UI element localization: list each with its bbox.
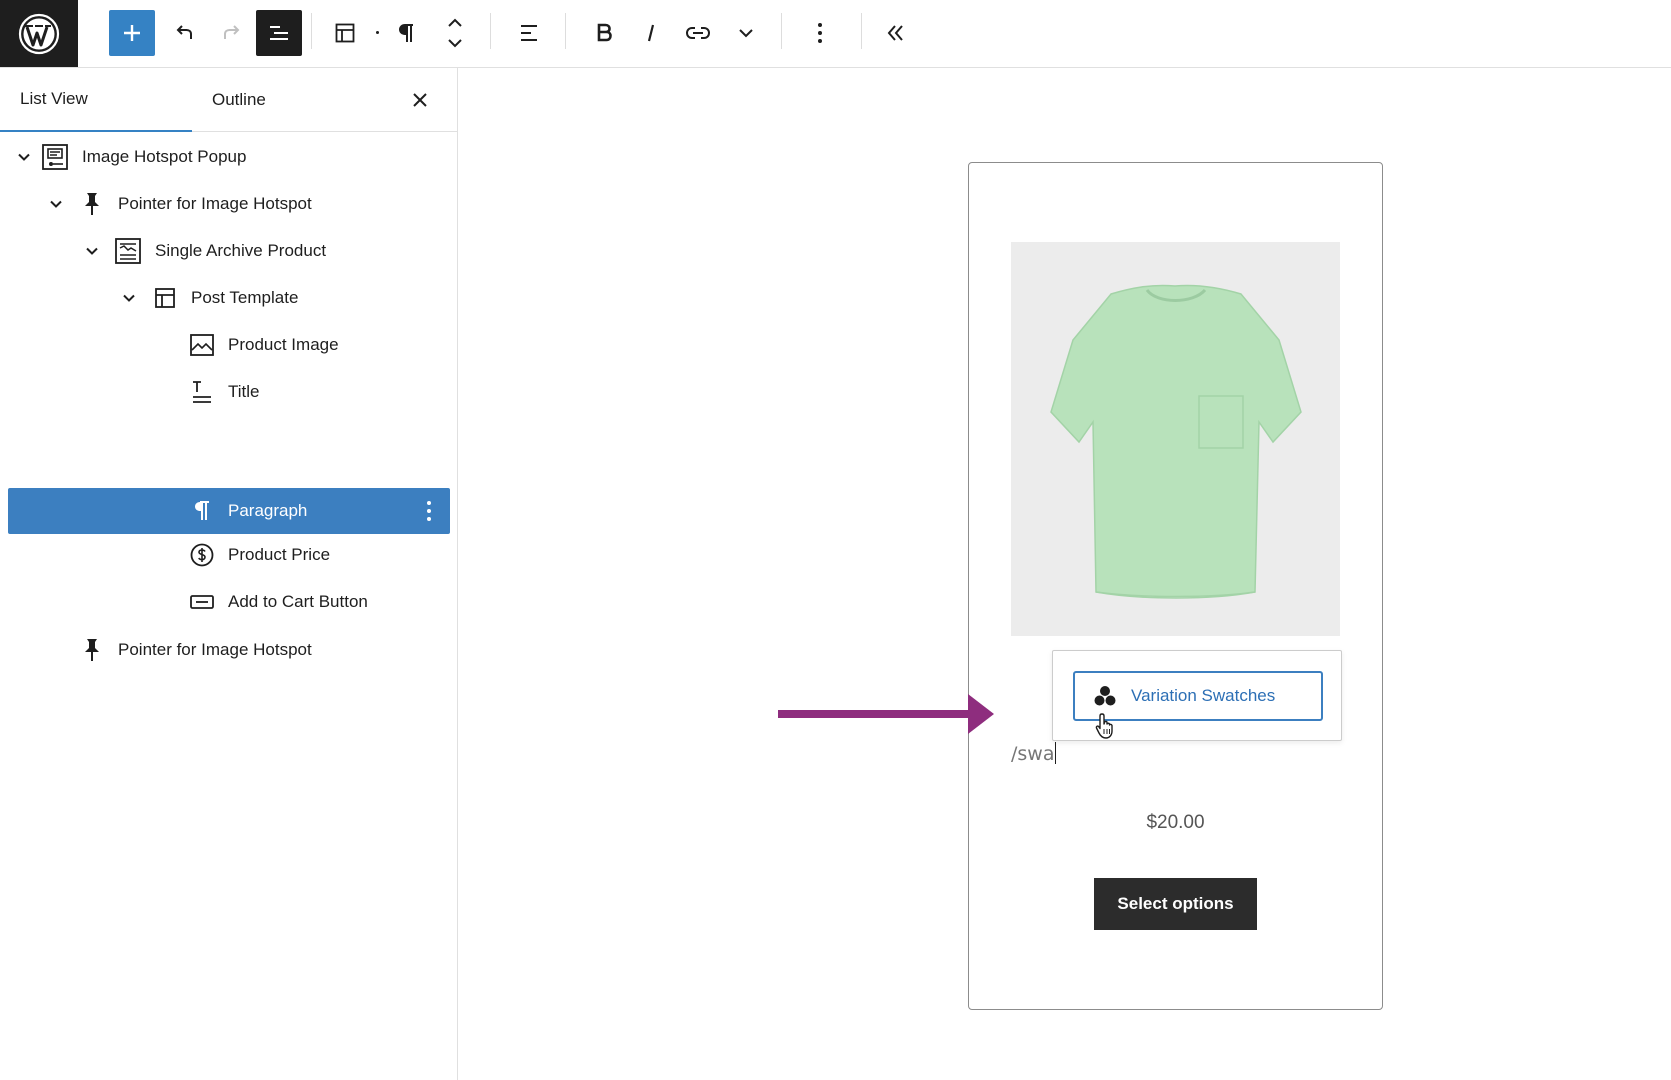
chevron-down-icon[interactable] — [49, 197, 63, 211]
list-item-paragraph[interactable]: Paragraph — [8, 488, 450, 534]
align-left-icon — [521, 25, 537, 41]
product-image[interactable] — [1011, 242, 1340, 636]
list-item-label: Image Hotspot Popup — [82, 147, 247, 166]
product-price: $20.00 — [1146, 812, 1205, 833]
bold-icon — [597, 23, 612, 42]
chevron-up-down-icon — [448, 18, 462, 48]
paragraph-icon — [398, 24, 413, 42]
list-item-post-template[interactable]: Post Template — [0, 275, 458, 321]
add-block-button[interactable] — [109, 10, 155, 56]
hand-cursor-icon — [1095, 713, 1113, 739]
double-chevron-left-icon — [887, 25, 903, 41]
archive-icon — [114, 237, 142, 265]
layout-icon — [151, 284, 179, 312]
annotation-arrow-icon — [778, 694, 994, 734]
list-item-label: Paragraph — [228, 501, 308, 520]
select-options-button[interactable]: Select options — [1094, 878, 1257, 930]
list-item-label: Pointer for Image Hotspot — [118, 640, 312, 659]
layout-icon — [335, 23, 355, 43]
list-item-label: Title — [228, 382, 260, 401]
list-item-label: Product Price — [228, 545, 331, 564]
pin-icon — [78, 636, 106, 664]
list-item-label: Single Archive Product — [155, 241, 327, 260]
list-view-icon — [270, 26, 288, 40]
list-item-label: Pointer for Image Hotspot — [118, 194, 312, 213]
plus-icon — [124, 25, 140, 41]
list-item-image-hotspot-popup[interactable]: Image Hotspot Popup — [0, 134, 458, 180]
list-item-add-to-cart-button[interactable]: Add to Cart Button — [0, 579, 458, 625]
wordpress-icon[interactable] — [0, 0, 78, 67]
sidebar-tabs: List View Outline — [0, 68, 457, 132]
separator-dot — [376, 31, 379, 34]
tshirt-image — [1011, 242, 1340, 636]
italic-button[interactable] — [628, 10, 674, 56]
close-icon[interactable] — [408, 88, 432, 112]
chevron-down-icon[interactable] — [17, 150, 31, 164]
list-view-sidebar: List View Outline Image Hotspot Popup Po… — [0, 68, 458, 1080]
block-type-button[interactable] — [322, 10, 368, 56]
paragraph-button[interactable] — [384, 10, 430, 56]
undo-button[interactable] — [162, 10, 208, 56]
more-rich-text-button[interactable] — [723, 10, 769, 56]
undo-icon — [176, 25, 192, 39]
pin-icon — [78, 190, 106, 218]
align-button[interactable] — [506, 10, 552, 56]
list-item-label: Post Template — [191, 288, 299, 307]
more-vertical-icon[interactable] — [426, 500, 432, 522]
text-caret — [1055, 742, 1057, 764]
image-icon — [188, 331, 216, 359]
collapse-button[interactable] — [872, 10, 918, 56]
list-item-pointer-1[interactable]: Pointer for Image Hotspot — [0, 181, 458, 227]
document-overview-button[interactable] — [256, 10, 302, 56]
link-icon — [685, 27, 711, 39]
tab-list-view[interactable]: List View — [0, 68, 192, 132]
list-item-product-price[interactable]: Product Price — [0, 532, 458, 578]
link-button[interactable] — [675, 10, 721, 56]
bold-button[interactable] — [581, 10, 627, 56]
tab-outline[interactable]: Outline — [212, 68, 266, 132]
list-item-pointer-2[interactable]: Pointer for Image Hotspot — [0, 627, 458, 673]
button-icon — [188, 588, 216, 616]
move-up-down-button[interactable] — [432, 10, 478, 56]
chevron-down-icon[interactable] — [85, 244, 99, 258]
options-button[interactable] — [797, 10, 843, 56]
list-item-label: Add to Cart Button — [228, 592, 368, 611]
redo-icon — [224, 25, 240, 39]
typed-text: /swa — [1011, 743, 1055, 765]
editor-toolbar — [0, 0, 1671, 68]
autocomplete-option-label: Variation Swatches — [1131, 686, 1276, 705]
list-item-single-archive-product[interactable]: Single Archive Product — [0, 228, 458, 274]
italic-icon — [647, 24, 655, 42]
paragraph-editable[interactable]: /swa — [1011, 742, 1057, 765]
list-item-product-image[interactable]: Product Image — [0, 322, 458, 368]
list-item-title[interactable]: Title — [0, 369, 458, 415]
hotspot-icon — [41, 143, 69, 171]
chevron-down-icon[interactable] — [122, 291, 136, 305]
dollar-icon — [188, 541, 216, 569]
list-item-label: Product Image — [228, 335, 339, 354]
paragraph-icon — [188, 497, 216, 525]
more-vertical-icon — [818, 23, 822, 43]
redo-button[interactable] — [208, 10, 254, 56]
swatches-icon — [1094, 686, 1116, 706]
title-icon — [188, 378, 216, 406]
chevron-down-icon — [739, 29, 753, 38]
